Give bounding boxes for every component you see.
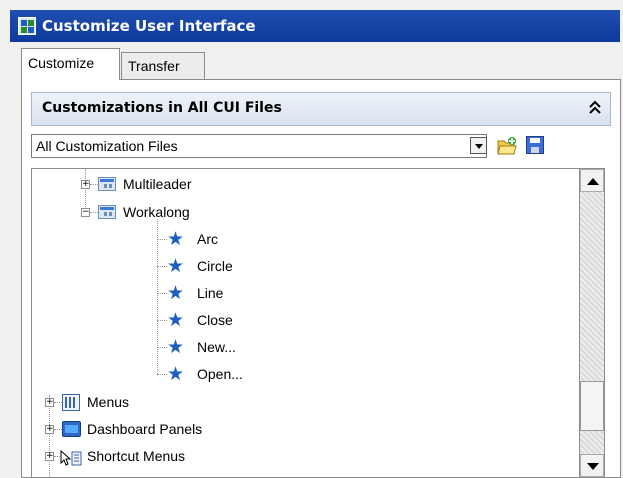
expand-icon[interactable]: +	[45, 398, 54, 407]
section-header: Customizations in All CUI Files	[31, 92, 611, 126]
scroll-up-icon[interactable]	[580, 169, 604, 192]
tree-item-label: Multileader	[123, 176, 192, 192]
dashboard-panel-icon	[62, 421, 81, 437]
cui-window: Customize User Interface Customize Trans…	[0, 0, 623, 478]
scroll-down-icon[interactable]	[580, 454, 604, 477]
tree-connector	[157, 219, 158, 374]
section-title: Customizations in All CUI Files	[42, 100, 282, 116]
tree-connector	[49, 395, 50, 477]
title-bar[interactable]: Customize User Interface	[10, 10, 620, 42]
tree-item-label: Menus	[87, 394, 130, 410]
toolbar-icon	[98, 205, 116, 219]
expand-icon[interactable]: +	[81, 180, 90, 189]
tree-scrollbar[interactable]	[579, 168, 605, 478]
dropdown-arrow-icon[interactable]	[470, 137, 487, 154]
star-icon: ★	[167, 228, 185, 250]
window-title: Customize User Interface	[42, 17, 256, 35]
collapse-icon[interactable]: −	[81, 208, 90, 217]
customization-file-value: All Customization Files	[36, 138, 178, 154]
star-icon: ★	[167, 309, 185, 331]
star-icon: ★	[167, 282, 185, 304]
shortcut-menu-icon	[60, 448, 82, 466]
tree-item-label: Close	[197, 312, 233, 328]
tree-item-label: New...	[197, 339, 236, 355]
tree-item-label: Arc	[197, 231, 218, 247]
cui-app-icon	[18, 17, 36, 35]
menu-icon	[62, 394, 80, 411]
tab-transfer[interactable]: Transfer	[121, 52, 205, 80]
expand-icon[interactable]: +	[45, 425, 54, 434]
tree-item-label: Shortcut Menus	[87, 448, 186, 464]
star-icon: ★	[167, 336, 185, 358]
tree-item-label: Dashboard Panels	[87, 421, 203, 437]
toolbar-icon	[98, 177, 116, 191]
tree-item-label: Workalong	[123, 204, 190, 220]
tree-item-label: Open...	[197, 366, 243, 382]
open-file-icon[interactable]	[496, 135, 518, 157]
customization-tree[interactable]: + Multileader − Workalong ★ Arc ★ Circle	[31, 168, 579, 478]
tree-item-label: Line	[197, 285, 224, 301]
customization-file-select[interactable]: All Customization Files	[31, 134, 487, 158]
tab-customize[interactable]: Customize	[21, 48, 120, 80]
expand-icon[interactable]: +	[45, 452, 54, 461]
scroll-thumb[interactable]	[580, 381, 604, 431]
star-icon: ★	[167, 255, 185, 277]
star-icon: ★	[167, 363, 185, 385]
tree-item-label: Circle	[197, 258, 233, 274]
double-chevron-up-icon[interactable]	[588, 99, 602, 120]
save-file-icon[interactable]	[526, 136, 544, 154]
